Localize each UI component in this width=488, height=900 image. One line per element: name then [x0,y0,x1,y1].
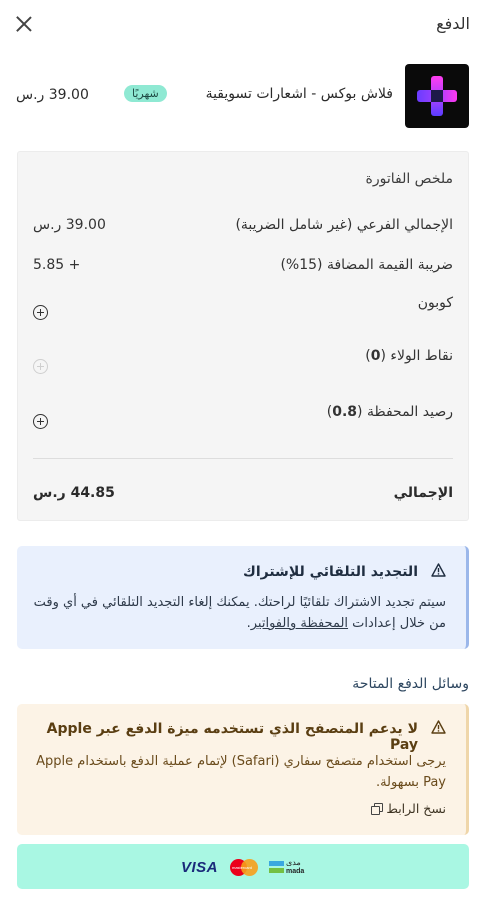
billing-period-badge: شهريًا [124,85,167,102]
apple-pay-warning-title: لا يدعم المتصفح الذي تستخدمه ميزة الدفع … [46,721,418,753]
wallet-row: رصيد المحفظة (0.8) [33,404,453,429]
divider [33,458,453,459]
pay-button[interactable]: VISA mastercard مدى mada [17,844,469,889]
warning-icon [431,563,446,577]
vat-label: ضريبة القيمة المضافة (15%) [280,257,453,273]
visa-logo-icon: VISA [181,859,219,876]
coupon-label: كوبون [417,295,453,311]
subtotal-value: 39.00 ر.س [33,217,106,233]
subtotal-label: الإجمالي الفرعي (غير شامل الضريبة) [235,217,453,233]
wallet-balance-value: 0.8 [332,404,358,420]
product-name: فلاش بوكس - اشعارات تسويقية [205,86,393,102]
wallet-label: رصيد المحفظة (0.8) [326,404,453,420]
vat-value: + 5.85 [33,257,81,273]
header: الدفع [16,14,470,40]
add-coupon-plus-icon[interactable] [33,305,48,320]
flashbox-logo-icon [405,64,469,128]
add-wallet-plus-icon[interactable] [33,414,48,429]
product-row: فلاش بوكس - اشعارات تسويقية شهريًا 39.00… [16,64,469,128]
copy-link-label: نسخ الرابط [386,801,446,816]
copy-link-button[interactable]: نسخ الرابط [371,801,446,816]
warning-icon [431,720,446,734]
vat-row: ضريبة القيمة المضافة (15%) + 5.85 [33,257,453,279]
apple-pay-warning: لا يدعم المتصفح الذي تستخدمه ميزة الدفع … [17,704,469,835]
subtotal-row: الإجمالي الفرعي (غير شامل الضريبة) 39.00… [33,217,453,239]
payment-methods-title: وسائل الدفع المتاحة [352,676,469,692]
close-icon[interactable] [16,16,32,32]
coupon-row: كوبون [33,295,453,320]
copy-icon [371,803,384,815]
add-loyalty-plus-icon [33,359,48,374]
mada-logo-icon: مدى mada [269,858,313,876]
loyalty-label: نقاط الولاء (0) [365,348,453,364]
checkout-page: الدفع فلاش بوكس - اشعارات تسويقية شهريًا… [0,0,488,900]
total-value: 44.85 ر.س [33,485,115,501]
auto-renew-notice: التجديد التلقائي للإشتراك سيتم تجديد الا… [17,546,469,649]
total-label: الإجمالي [393,485,453,501]
auto-renew-title: التجديد التلقائي للإشتراك [243,564,418,580]
loyalty-row: نقاط الولاء (0) [33,348,453,374]
product-price: 39.00 ر.س [16,87,89,103]
auto-renew-body: سيتم تجديد الاشتراك تلقائيًا لراحتك. يمك… [33,595,446,631]
invoice-summary: ملخص الفاتورة الإجمالي الفرعي (غير شامل … [17,151,469,521]
apple-pay-warning-body: يرجى استخدام متصفح سفاري (Safari) لإتمام… [36,754,446,790]
total-row: الإجمالي 44.85 ر.س [33,485,453,507]
card-brands: VISA mastercard مدى mada [177,858,312,876]
mastercard-logo-icon: mastercard [230,859,258,876]
invoice-title: ملخص الفاتورة [365,171,454,187]
wallet-invoices-link[interactable]: المحفظة والفواتير [251,616,348,631]
page-title: الدفع [436,14,470,33]
